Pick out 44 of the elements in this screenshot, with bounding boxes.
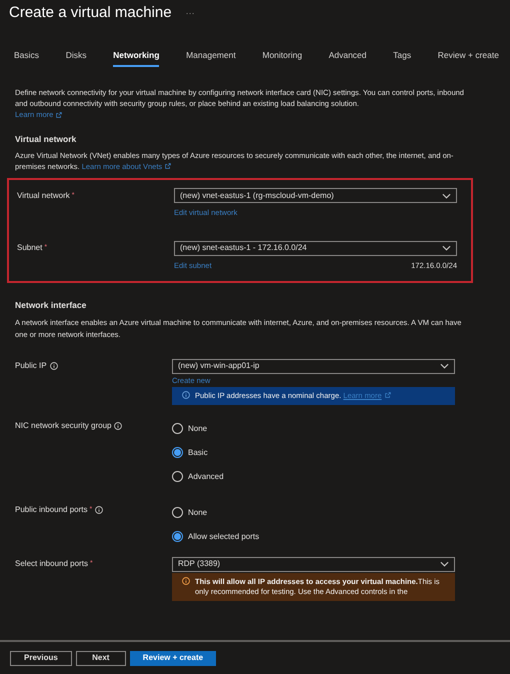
footer-button[interactable]: Next [76, 650, 126, 666]
radio-label: Basic [188, 446, 208, 459]
field-label: Public inbound ports [15, 504, 88, 516]
radio-label: Advanced [188, 470, 224, 483]
tab[interactable]: Management [186, 48, 236, 68]
section-heading: Virtual network [15, 132, 78, 146]
footer-button[interactable]: Review + create [130, 650, 216, 666]
tab[interactable]: Tags [393, 48, 412, 68]
field-label: Select inbound ports [15, 558, 88, 570]
radio-button[interactable] [172, 507, 183, 518]
section-heading: Network interface [15, 298, 88, 312]
dropdown[interactable]: (new) vnet-eastus-1 (rg-mscloud-vm-demo) [174, 188, 457, 204]
field-label: Public IP [15, 360, 47, 372]
more-button[interactable]: ··· [186, 6, 195, 20]
tab[interactable]: Review + create [438, 48, 499, 68]
dropdown[interactable]: (new) snet-eastus-1 - 172.16.0.0/24 [174, 240, 457, 256]
page-title: Create a virtual machine [9, 3, 172, 23]
chevron-down-icon [442, 245, 451, 251]
dropdown[interactable]: RDP (3389) [172, 556, 455, 572]
chevron-down-icon [442, 192, 451, 199]
radio-label: None [188, 506, 208, 519]
tab[interactable]: Networking [113, 48, 160, 68]
field-label: Virtual network [17, 190, 70, 202]
radio-label: Allow selected ports [188, 530, 260, 543]
external-link-icon [384, 392, 391, 398]
chevron-down-icon [440, 363, 449, 369]
radio-button[interactable] [172, 471, 183, 482]
radio-button[interactable] [172, 531, 183, 542]
dropdown[interactable]: (new) vm-win-app01-ip [172, 358, 455, 374]
tab[interactable]: Advanced [328, 48, 367, 68]
radio-button[interactable] [172, 447, 183, 458]
field-label: NIC network security group [15, 420, 112, 432]
external-link-icon [165, 163, 172, 170]
tab[interactable]: Monitoring [262, 48, 302, 68]
radio-label: None [188, 422, 208, 435]
info-icon [182, 576, 190, 585]
info-icon [182, 390, 190, 399]
tab[interactable]: Basics [14, 48, 40, 68]
footer-button[interactable]: Previous [10, 650, 72, 666]
external-link-icon [56, 112, 62, 118]
chevron-down-icon [440, 561, 449, 568]
field-label: Subnet [17, 242, 42, 254]
radio-button[interactable] [172, 423, 183, 434]
tab[interactable]: Disks [66, 48, 86, 68]
